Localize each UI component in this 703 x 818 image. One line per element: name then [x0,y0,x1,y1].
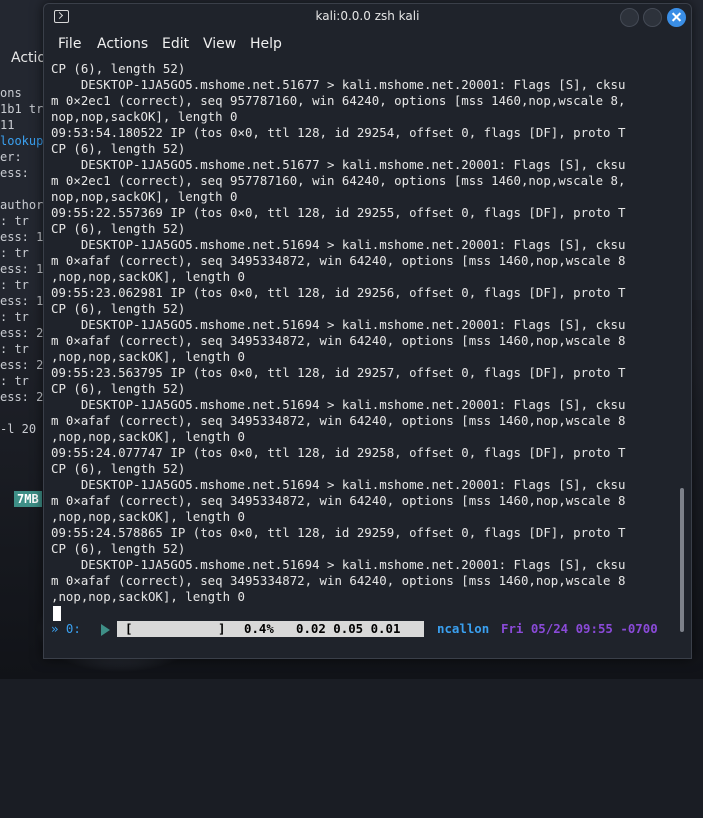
menu-help[interactable]: Help [250,36,282,52]
background-text-fragment: er: [0,150,22,164]
terminal-line: ,nop,nop,sackOK], length 0 [51,509,245,524]
terminal-line: CP (6), length 52) [51,61,186,76]
cpu-bar-open: [ [125,621,133,636]
text-cursor [53,606,61,621]
menu-bar: File Actions Edit View Help [44,30,691,58]
tmux-status-bar: » 0: [ ] 0.4% 0.02 0.05 0.01 ncallon Fri… [51,620,679,638]
background-text-fragment: ons [0,86,22,100]
background-text-fragment: lookup [0,134,44,148]
terminal-scrollbar[interactable] [680,488,684,632]
minimize-button[interactable] [620,8,639,27]
status-window-index[interactable]: » 0: [51,620,81,638]
terminal-line: 09:55:23.062981 IP (tos 0×0, ttl 128, id… [51,285,626,300]
menu-edit[interactable]: Edit [162,36,189,52]
menu-view[interactable]: View [203,36,236,52]
terminal-line: m 0×afaf (correct), seq 3495334872, win … [51,573,626,588]
background-text-fragment: 1b1 tr [0,102,44,116]
terminal-line: m 0×2ec1 (correct), seq 957787160, win 6… [51,173,626,188]
terminal-line: m 0×afaf (correct), seq 3495334872, win … [51,253,626,268]
terminal-line: 09:55:23.563795 IP (tos 0×0, ttl 128, id… [51,365,626,380]
terminal-output[interactable]: CP (6), length 52) DESKTOP-1JA5GO5.mshom… [51,61,679,647]
cpu-bar-close: ] [218,621,226,636]
menu-file[interactable]: File [58,36,81,52]
background-text-fragment: author [0,198,44,212]
terminal-line: CP (6), length 52) [51,301,186,316]
cpu-percent: 0.4% [244,621,274,636]
background-text-fragment: ess: 2 [0,358,44,372]
terminal-line: CP (6), length 52) [51,461,186,476]
terminal-line: m 0×afaf (correct), seq 3495334872, win … [51,413,626,428]
terminal-line: nop,nop,sackOK], length 0 [51,109,238,124]
terminal-line: m 0×afaf (correct), seq 3495334872, win … [51,493,626,508]
terminal-line: nop,nop,sackOK], length 0 [51,189,238,204]
background-text-fragment: 11 [0,118,15,132]
terminal-line: DESKTOP-1JA5GO5.mshome.net.51694 > kali.… [51,477,626,492]
terminal-line: ,nop,nop,sackOK], length 0 [51,429,245,444]
terminal-line: DESKTOP-1JA5GO5.mshome.net.51694 > kali.… [51,317,626,332]
terminal-line: ,nop,nop,sackOK], length 0 [51,589,245,604]
status-datetime: Fri 05/24 09:55 -0700 [501,621,658,636]
terminal-line: DESKTOP-1JA5GO5.mshome.net.51694 > kali.… [51,397,626,412]
background-text-fragment: ess: 2 [0,390,44,404]
terminal-line: 09:55:24.077747 IP (tos 0×0, ttl 128, id… [51,445,626,460]
terminal-line: ,nop,nop,sackOK], length 0 [51,269,245,284]
terminal-line: CP (6), length 52) [51,221,186,236]
terminal-lines: CP (6), length 52) DESKTOP-1JA5GO5.mshom… [51,61,679,605]
terminal-line: DESKTOP-1JA5GO5.mshome.net.51694 > kali.… [51,557,626,572]
background-text-fragment: : tr [0,374,29,388]
background-text-fragment: ess: [0,166,29,180]
background-text-fragment: -l 20 [0,422,37,436]
status-arrow-icon [101,624,110,636]
background-text-fragment: ess: 1 [0,294,44,308]
background-memory-tag: 7MB [14,491,42,507]
close-button[interactable] [667,8,686,27]
terminal-line: DESKTOP-1JA5GO5.mshome.net.51677 > kali.… [51,77,626,92]
terminal-line: CP (6), length 52) [51,381,186,396]
terminal-line: 09:53:54.180522 IP (tos 0×0, ttl 128, id… [51,125,626,140]
terminal-line: DESKTOP-1JA5GO5.mshome.net.51677 > kali.… [51,157,626,172]
maximize-button[interactable] [643,8,662,27]
terminal-line: 09:55:22.557369 IP (tos 0×0, ttl 128, id… [51,205,626,220]
terminal-line: DESKTOP-1JA5GO5.mshome.net.51694 > kali.… [51,237,626,252]
background-text-fragment: : tr [0,342,29,356]
terminal-line: 09:55:24.578865 IP (tos 0×0, ttl 128, id… [51,525,626,540]
terminal-line: ,nop,nop,sackOK], length 0 [51,349,245,364]
window-title: kali:0.0.0 zsh kali [315,9,420,23]
terminal-line: m 0×afaf (correct), seq 3495334872, win … [51,333,626,348]
terminal-window: kali:0.0.0 zsh kali File Actions Edit Vi… [43,3,692,659]
status-user: ncallon [437,621,490,636]
background-actions-label: Actio [11,50,46,66]
title-bar[interactable]: kali:0.0.0 zsh kali [44,4,691,30]
load-average: 0.02 0.05 0.01 [296,621,401,636]
background-text-fragment: : tr [0,310,29,324]
menu-actions[interactable]: Actions [97,36,148,52]
background-text-fragment: : tr [0,246,29,260]
terminal-line: CP (6), length 52) [51,141,186,156]
background-text-fragment: ess: 1 [0,262,44,276]
background-text-fragment: ess: 2 [0,326,44,340]
background-text-fragment: : tr [0,278,29,292]
prompt-line[interactable] [51,605,679,621]
background-text-fragment: : tr [0,214,29,228]
terminal-line: m 0×2ec1 (correct), seq 957787160, win 6… [51,93,626,108]
background-text-fragment: ess: 1 [0,230,44,244]
terminal-line: CP (6), length 52) [51,541,186,556]
